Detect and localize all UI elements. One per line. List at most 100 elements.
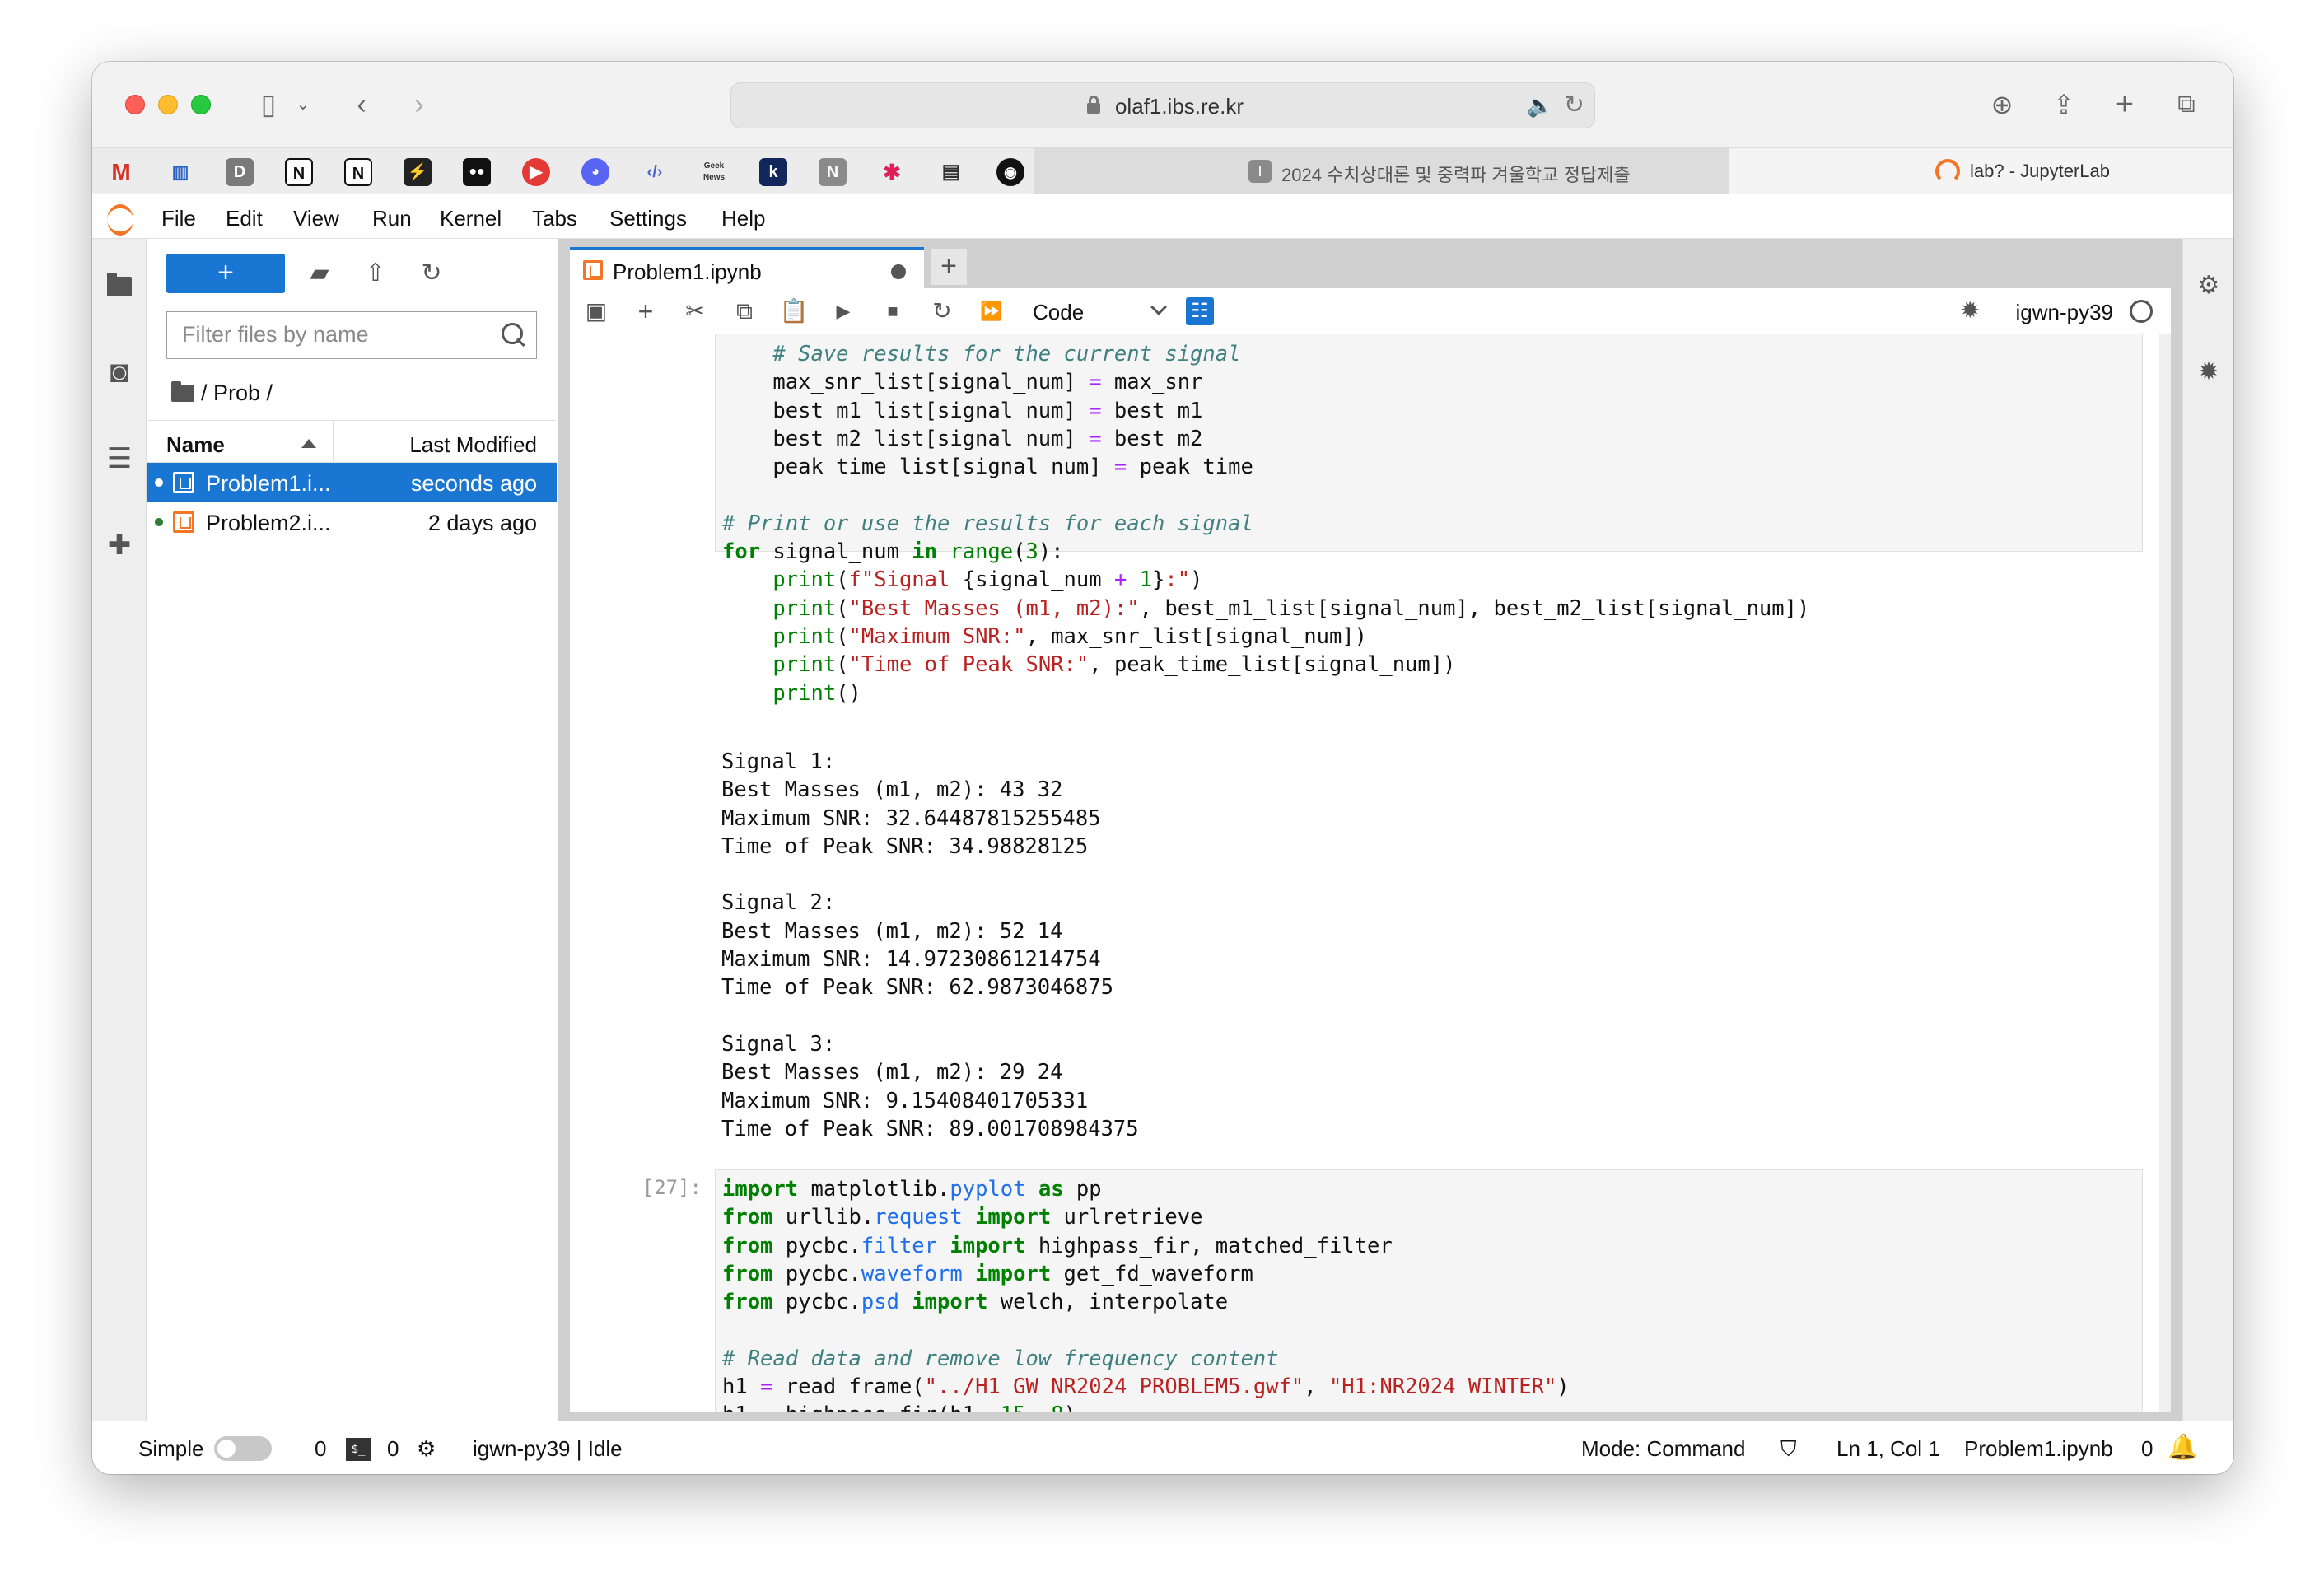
cell-type-select[interactable]: Code (1033, 300, 1084, 325)
chevron-down-icon[interactable]: ⌄ (285, 86, 321, 123)
code-cell[interactable]: # Save results for the current signal ma… (715, 334, 2143, 706)
menu-edit[interactable]: Edit (226, 206, 263, 231)
table-of-contents-icon[interactable]: ☰ (104, 443, 135, 474)
new-folder-icon[interactable]: ▰ (303, 257, 336, 290)
n-icon[interactable]: N (819, 158, 847, 186)
stop-icon[interactable]: ■ (876, 295, 909, 328)
youtube-icon[interactable]: ▶ (522, 158, 550, 186)
new-tab-icon[interactable]: + (2107, 86, 2143, 123)
menu-help[interactable]: Help (721, 206, 765, 231)
geeknews-icon[interactable]: Geek News (700, 158, 728, 186)
back-icon[interactable]: ‹ (343, 86, 380, 123)
file-list-item[interactable]: Problem1.i... seconds ago (147, 463, 557, 502)
breadcrumb-path[interactable]: / Prob / (201, 380, 273, 405)
menu-settings[interactable]: Settings (609, 206, 687, 231)
notification-count[interactable]: 0 (2141, 1436, 2153, 1462)
discord-icon[interactable]: ◕ (581, 158, 609, 186)
property-inspector-gears-icon[interactable]: ⚙ (2193, 270, 2224, 301)
fast-forward-icon[interactable]: ⏩ (975, 295, 1008, 328)
refresh-icon[interactable]: ↻ (415, 257, 448, 290)
speaker-icon[interactable]: 🔈 (1527, 93, 1553, 119)
kernel-status-icon (2130, 300, 2153, 323)
tab-title: 2024 수치상대론 및 중력파 겨울학교 정답제출 (1281, 165, 1631, 185)
menu-run[interactable]: Run (372, 206, 412, 231)
filter-files-field[interactable] (166, 311, 537, 359)
copy-icon[interactable]: ⧉ (728, 295, 761, 328)
save-icon[interactable]: ▣ (580, 295, 613, 328)
code-cell[interactable]: import matplotlib.pyplot as pp from urll… (715, 1169, 2143, 1412)
column-name[interactable]: Name (166, 432, 225, 458)
new-launcher-button[interactable]: + (166, 254, 285, 293)
browser-tab-submission[interactable]: I 2024 수치상대론 및 중력파 겨울학교 정답제출 (1034, 148, 1729, 194)
insert-cell-icon[interactable]: + (629, 295, 662, 328)
github-icon[interactable]: ◉ (996, 158, 1024, 186)
terminal-count[interactable]: 0 (315, 1436, 326, 1462)
download-icon[interactable]: ⊕ (1984, 86, 2020, 123)
k-icon[interactable]: k (759, 158, 787, 186)
simple-mode-toggle[interactable] (214, 1436, 272, 1461)
bell-icon[interactable]: 🔔 (2168, 1433, 2198, 1462)
sort-ascending-icon[interactable] (301, 439, 316, 448)
shield-icon[interactable]: ⛉ (1780, 1436, 1797, 1463)
breadcrumb[interactable]: / Prob / (171, 380, 273, 406)
filter-files-input[interactable] (182, 322, 495, 348)
jupyter-favicon (1935, 159, 1960, 184)
notebook-tab[interactable]: Problem1.ipynb (570, 247, 924, 288)
bolt-icon[interactable]: ⚡ (404, 158, 432, 186)
share-icon[interactable]: ⇪ (2046, 86, 2082, 123)
sidebar-toggle-icon[interactable]: ▯ (250, 86, 287, 123)
slack-icon[interactable]: ✱ (878, 158, 906, 186)
debugger-bug-icon[interactable]: ✹ (2193, 357, 2224, 388)
upload-icon[interactable]: ⇧ (359, 257, 392, 290)
menu-view[interactable]: View (293, 206, 339, 231)
running-kernels-icon[interactable]: ◙ (104, 357, 135, 388)
chevron-down-icon[interactable] (1150, 299, 1167, 315)
run-icon[interactable]: ▶ (827, 295, 860, 328)
folder-icon[interactable] (171, 381, 194, 402)
forward-icon[interactable]: › (401, 86, 437, 123)
kernel-count[interactable]: 0 (387, 1436, 399, 1462)
minimize-window-button[interactable] (158, 95, 178, 114)
cursor-position[interactable]: Ln 1, Col 1 (1836, 1436, 1940, 1462)
editor-mode: Mode: Command (1581, 1436, 1746, 1461)
notion-icon[interactable]: N (285, 158, 313, 186)
tab-overview-icon[interactable]: ⧉ (2168, 86, 2205, 123)
new-launcher-tab-button[interactable]: + (931, 249, 967, 285)
tab-bar: M ▥ D N N ⚡ ●● ▶ ◕ ‹/› Geek News k N ✱ ▤… (92, 148, 2233, 194)
paste-icon[interactable]: 📋 (777, 295, 810, 328)
menu-tabs[interactable]: Tabs (532, 206, 577, 231)
cut-icon[interactable]: ✂ (679, 295, 712, 328)
address-bar[interactable]: olaf1.ibs.re.kr 🔈 ↻ (730, 82, 1595, 128)
file-list-item[interactable]: Problem2.i... 2 days ago (147, 502, 557, 542)
notebook-icon (583, 260, 603, 280)
terminal-icon[interactable]: $_ (346, 1438, 371, 1461)
browser-tab-jupyterlab[interactable]: lab? - JupyterLab (1729, 148, 2233, 194)
debugger-bug-icon[interactable]: ✹ (1961, 296, 1980, 324)
cell-code[interactable]: # Save results for the current signal ma… (716, 334, 2142, 707)
gmail-icon[interactable]: M (107, 158, 135, 186)
barcode-icon[interactable]: ▥ (166, 158, 194, 186)
kernel-status[interactable]: igwn-py39 | Idle (473, 1436, 623, 1462)
notion-icon-2[interactable]: N (344, 158, 372, 186)
cell-code[interactable]: import matplotlib.pyplot as pp from urll… (716, 1170, 2142, 1412)
column-last-modified[interactable]: Last Modified (409, 432, 537, 458)
zoom-window-button[interactable] (191, 95, 211, 114)
menu-kernel[interactable]: Kernel (440, 206, 502, 231)
code-icon[interactable]: ‹/› (641, 158, 669, 186)
menu-file[interactable]: File (161, 206, 196, 231)
folder-icon[interactable] (104, 270, 135, 301)
reload-icon[interactable]: ↻ (1564, 91, 1584, 119)
extension-puzzle-icon[interactable]: ✚ (104, 530, 135, 561)
unsaved-indicator-icon[interactable] (891, 264, 906, 279)
notebook-scrollbar[interactable] (2159, 334, 2171, 1412)
close-window-button[interactable] (125, 95, 145, 114)
notebook-cells[interactable]: # Save results for the current signal ma… (570, 334, 2171, 1412)
kernel-name[interactable]: igwn-py39 (2015, 300, 2113, 325)
page-icon[interactable]: ▤ (937, 158, 965, 186)
property-inspector-icon[interactable]: ☷ (1186, 297, 1214, 325)
medium-icon[interactable]: ●● (463, 158, 491, 186)
kernel-chip-icon[interactable]: ⚙ (417, 1436, 436, 1462)
restart-icon[interactable]: ↻ (926, 295, 959, 328)
d-icon[interactable]: D (226, 158, 254, 186)
jupyter-logo-icon (105, 201, 135, 236)
